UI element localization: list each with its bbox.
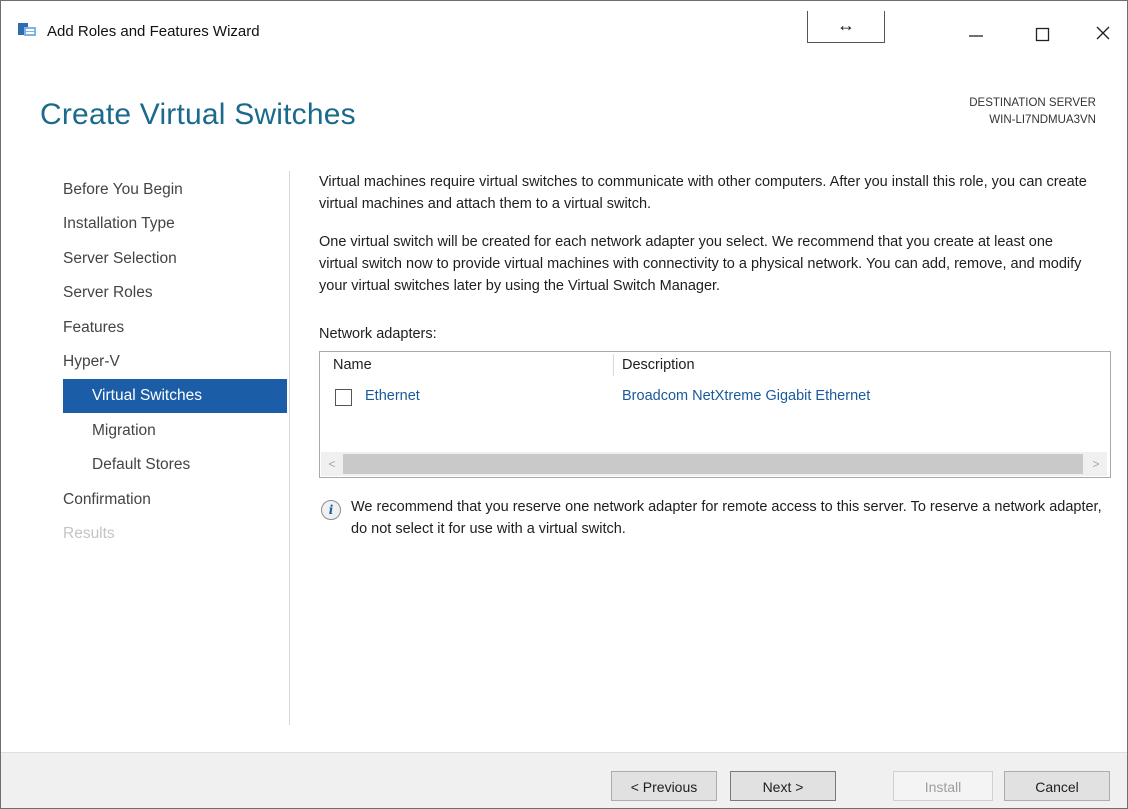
nav-item-confirmation[interactable]: Confirmation [63, 483, 287, 517]
nav-item-installation-type[interactable]: Installation Type [63, 207, 287, 241]
nav-item-features[interactable]: Features [63, 311, 287, 345]
nav-item-default-stores[interactable]: Default Stores [63, 448, 287, 482]
minimize-icon[interactable] [956, 15, 996, 51]
network-adapters-list[interactable]: Name Description Ethernet Broadcom NetXt… [319, 351, 1111, 478]
adapter-description: Broadcom NetXtreme Gigabit Ethernet [622, 388, 871, 404]
maximize-icon[interactable] [1023, 15, 1063, 51]
list-header: Name Description [320, 352, 1110, 378]
install-button: Install [893, 771, 993, 801]
horizontal-scrollbar[interactable]: < > [321, 452, 1107, 476]
nav-item-results: Results [63, 525, 115, 542]
server-manager-icon [18, 23, 36, 36]
resize-indicator[interactable]: ↔ [807, 11, 885, 43]
list-item[interactable]: Ethernet Broadcom NetXtreme Gigabit Ethe… [320, 386, 1110, 412]
scroll-right-arrow-icon[interactable]: > [1085, 452, 1107, 476]
destination-server-name: WIN-LI7NDMUA3VN [989, 114, 1096, 126]
column-header-name[interactable]: Name [333, 357, 372, 373]
info-icon: i [321, 500, 341, 520]
close-icon[interactable] [1083, 15, 1123, 51]
recommendation-paragraph: One virtual switch will be created for e… [319, 234, 1082, 294]
nav-item-before-you-begin[interactable]: Before You Begin [63, 173, 287, 207]
destination-server-info: DESTINATION SERVER WIN-LI7NDMUA3VN [969, 95, 1096, 129]
adapter-name: Ethernet [365, 388, 420, 404]
scrollbar-thumb[interactable] [343, 454, 1083, 474]
nav-item-server-selection[interactable]: Server Selection [63, 242, 287, 276]
nav-item-migration[interactable]: Migration [63, 414, 287, 448]
intro-paragraph: Virtual machines require virtual switche… [319, 174, 1087, 212]
nav-divider [289, 171, 290, 725]
cancel-button[interactable]: Cancel [1004, 771, 1110, 801]
column-header-description[interactable]: Description [622, 357, 695, 373]
previous-button[interactable]: < Previous [611, 771, 717, 801]
nav-item-virtual-switches[interactable]: Virtual Switches [63, 379, 287, 413]
window-title: Add Roles and Features Wizard [47, 23, 260, 40]
info-message: We recommend that you reserve one networ… [351, 499, 1102, 537]
destination-label: DESTINATION SERVER [969, 97, 1096, 109]
nav-item-hyper-v[interactable]: Hyper-V [63, 345, 287, 379]
scroll-left-arrow-icon[interactable]: < [321, 452, 343, 476]
ethernet-checkbox[interactable] [335, 389, 352, 406]
title-bar[interactable]: Add Roles and Features Wizard ↔ [1, 1, 1127, 59]
wizard-footer: < Previous Next > Install Cancel [1, 752, 1127, 808]
nav-item-server-roles[interactable]: Server Roles [63, 276, 287, 310]
wizard-window: Add Roles and Features Wizard ↔ Create V… [0, 0, 1128, 809]
network-adapters-label: Network adapters: [319, 326, 437, 342]
column-separator[interactable] [613, 354, 614, 376]
page-title: Create Virtual Switches [40, 98, 356, 131]
next-button[interactable]: Next > [730, 771, 836, 801]
